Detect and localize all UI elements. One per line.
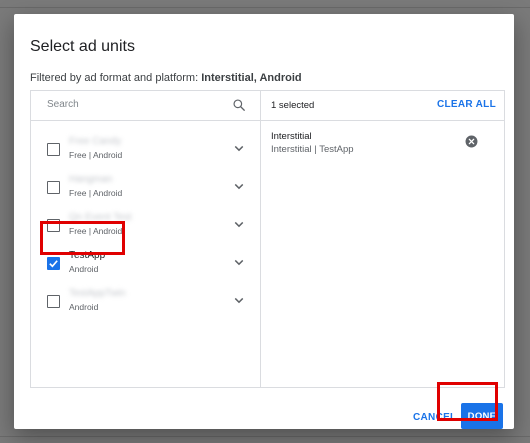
ad-unit-row[interactable]: TestAppTwin Android: [31, 283, 260, 321]
search-bar: [31, 91, 260, 121]
ad-unit-name: Free Candy: [69, 136, 122, 147]
chevron-down-icon[interactable]: [234, 145, 244, 152]
checkbox-unchecked[interactable]: [47, 181, 60, 194]
ad-unit-subtitle: Free | Android: [69, 188, 123, 198]
done-highlight-box: [437, 382, 498, 421]
chevron-down-icon[interactable]: [234, 183, 244, 190]
ad-unit-row[interactable]: Free Candy Free | Android: [31, 131, 260, 169]
filter-prefix: Filtered by ad format and platform:: [30, 72, 202, 84]
selected-item-detail: Interstitial | TestApp: [271, 144, 354, 155]
selected-count: 1 selected: [271, 100, 315, 111]
ad-unit-subtitle: Android: [69, 302, 99, 312]
filter-description: Filtered by ad format and platform: Inte…: [30, 72, 302, 84]
checkbox-unchecked[interactable]: [47, 143, 60, 156]
ad-unit-subtitle: Free | Android: [69, 150, 123, 160]
remove-circle-icon[interactable]: [465, 135, 478, 148]
ad-unit-row[interactable]: Hangman Free | Android: [31, 169, 260, 207]
chevron-down-icon[interactable]: [234, 259, 244, 266]
background-divider: [0, 436, 530, 437]
search-input[interactable]: [47, 99, 217, 110]
search-icon[interactable]: [232, 98, 246, 112]
selected-header: 1 selected CLEAR ALL: [261, 91, 504, 121]
selected-column: 1 selected CLEAR ALL Interstitial Inters…: [261, 91, 504, 387]
checkmark-icon: [49, 260, 58, 268]
checkbox-unchecked[interactable]: [47, 295, 60, 308]
ad-unit-subtitle: Android: [69, 264, 99, 274]
chevron-down-icon[interactable]: [234, 297, 244, 304]
clear-all-button[interactable]: CLEAR ALL: [437, 99, 496, 110]
filter-value: Interstitial, Android: [201, 72, 302, 84]
ad-unit-name: TestAppTwin: [69, 288, 126, 299]
dialog-title: Select ad units: [30, 38, 135, 55]
checkbox-checked[interactable]: [47, 257, 60, 270]
testapp-highlight-box: [40, 221, 125, 255]
chevron-down-icon[interactable]: [234, 221, 244, 228]
selected-item-name: Interstitial: [271, 131, 312, 142]
ad-unit-name: Hangman: [69, 174, 113, 185]
background-divider: [0, 7, 530, 8]
